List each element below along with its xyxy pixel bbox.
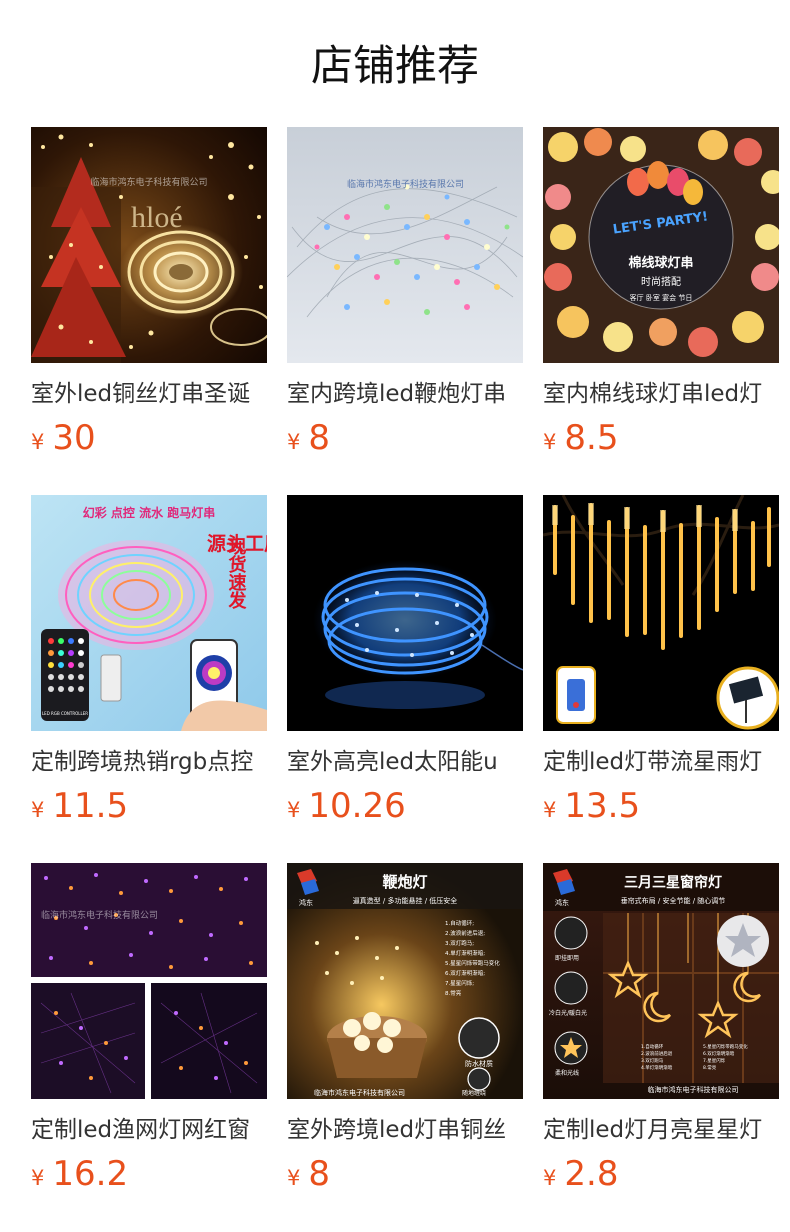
mode-1: 1.自动循环 [641, 1043, 664, 1050]
mode-4: 4.单灯渐明渐暗 [641, 1064, 673, 1071]
mode-6: 6.双灯渐明渐暗 [703, 1050, 735, 1057]
product-card[interactable]: hloé 临海市鸿东电子科技有限公司 室外led铜丝灯串圣诞 ¥ 30 [31, 127, 267, 495]
product-image-rgb-app-controlled-lights[interactable]: 幻彩 点控 流水 跑马灯串 源头工厂 现货速发 [31, 495, 267, 731]
poster-footer: 临海市鸿东电子科技有限公司 [648, 1085, 739, 1094]
poster-subheading: 垂帘式布局 / 安全节能 / 随心调节 [621, 896, 726, 905]
mode-3: 3.双灯跑马; [445, 939, 474, 947]
product-image-star-moon-curtain-lights[interactable]: 鸿东 三月三星窗帘灯 垂帘式布局 / 安全节能 / 随心调节 即挂即用 冷白光/… [543, 863, 779, 1099]
price-value: 2.8 [564, 1154, 619, 1194]
badge-wrap: 随地缠绕 [462, 1089, 486, 1097]
product-name[interactable]: 定制led灯月亮星星灯 [543, 1114, 779, 1146]
side-label-2: 冷白光/暖白光 [549, 1009, 587, 1017]
product-card[interactable]: LET'S PARTY! 棉线球灯串 时尚搭配 客厅 卧室 宴会 节日 室内棉线… [543, 127, 779, 495]
poster-footer: 临海市鸿东电子科技有限公司 [314, 1088, 405, 1097]
mode-2: 2.波浪前进后退; [445, 929, 485, 937]
watermark-text: 临海市鸿东电子科技有限公司 [347, 178, 464, 190]
product-grid: hloé 临海市鸿东电子科技有限公司 室外led铜丝灯串圣诞 ¥ 30 临海市鸿… [31, 127, 779, 1231]
mode-7: 7.星星闪烁 [703, 1057, 726, 1064]
product-card[interactable]: 临海市鸿东电子科技有限公司 室内跨境led鞭炮灯串 ¥8 [287, 127, 523, 495]
product-price: ¥8.5 [543, 416, 779, 466]
price-value: 30 [52, 418, 96, 458]
poster-heading: 三月三星窗帘灯 [624, 874, 722, 891]
mode-5: 5.星星闪烁带跑马变化 [703, 1043, 748, 1050]
product-price: ¥11.5 [31, 784, 267, 834]
currency-symbol: ¥ [287, 430, 301, 454]
page-title: 店铺推荐 [310, 41, 479, 90]
product-name[interactable]: 定制跨境热销rgb点控 [31, 746, 267, 778]
brand-text: 鸿东 [555, 898, 569, 907]
watermark-text: 临海市鸿东电子科技有限公司 [41, 909, 158, 921]
price-value: 10.26 [308, 786, 406, 826]
product-name[interactable]: 定制led渔网灯网红窗 [31, 1114, 267, 1146]
product-price: ¥10.26 [287, 784, 523, 834]
price-value: 16.2 [52, 1154, 129, 1194]
product-price: ¥8 [287, 1152, 523, 1202]
price-value: 8.5 [564, 418, 619, 458]
product-card[interactable]: 定制led灯带流星雨灯 ¥13.5 [543, 495, 779, 863]
badge-subtitle: 时尚搭配 [641, 275, 681, 288]
product-name[interactable]: 室内棉线球灯串led灯 [543, 378, 779, 410]
mode-7: 7.星星闪烁; [445, 979, 474, 987]
product-image-firecracker-lamp-poster[interactable]: 鸿东 鞭炮灯 逼真造型 / 多功能悬挂 / 低压安全 1.自动循环; 2.波浪前… [287, 863, 523, 1099]
product-card[interactable]: 鸿东 鞭炮灯 逼真造型 / 多功能悬挂 / 低压安全 1.自动循环; 2.波浪前… [287, 863, 523, 1231]
product-price: ¥16.2 [31, 1152, 267, 1202]
product-name[interactable]: 室内跨境led鞭炮灯串 [287, 378, 523, 410]
currency-symbol: ¥ [31, 798, 45, 822]
watermark-text: 临海市鸿东电子科技有限公司 [90, 176, 207, 188]
mode-2: 2.波浪前进后退 [641, 1050, 673, 1057]
poster-heading: 鞭炮灯 [382, 873, 427, 891]
currency-symbol: ¥ [287, 798, 301, 822]
product-image-fishing-net-lights[interactable]: 临海市鸿东电子科技有限公司 [31, 863, 267, 1099]
product-name[interactable]: 定制led灯带流星雨灯 [543, 746, 779, 778]
product-image-cotton-ball-lights[interactable]: LET'S PARTY! 棉线球灯串 时尚搭配 客厅 卧室 宴会 节日 [543, 127, 779, 363]
currency-symbol: ¥ [543, 430, 557, 454]
product-name[interactable]: 室外高亮led太阳能u [287, 746, 523, 778]
mode-4: 4.单灯渐明渐暗; [445, 949, 485, 957]
badge-tags: 客厅 卧室 宴会 节日 [630, 293, 693, 302]
currency-symbol: ¥ [543, 1166, 557, 1190]
price-value: 8 [308, 1154, 331, 1194]
price-value: 11.5 [52, 786, 129, 826]
product-card[interactable]: 幻彩 点控 流水 跑马灯串 源头工厂 现货速发 [31, 495, 267, 863]
product-image-meteor-shower-lights[interactable] [543, 495, 779, 731]
currency-symbol: ¥ [287, 1166, 301, 1190]
price-value: 13.5 [564, 786, 641, 826]
controller-label: LED RGB CONTROLLER [42, 711, 88, 716]
mode-5: 5.星星闪烁带跑马变化 [445, 959, 500, 967]
product-name[interactable]: 室外跨境led灯串铜丝 [287, 1114, 523, 1146]
badge-title: 棉线球灯串 [628, 255, 693, 271]
banner-text: 幻彩 点控 流水 跑马灯串 [83, 505, 216, 520]
mode-6: 6.双灯渐明渐暗; [445, 969, 485, 977]
side-label-3: 柔和光线 [555, 1069, 579, 1077]
product-image-blue-solar-wire-lights[interactable] [287, 495, 523, 731]
product-price: ¥8 [287, 416, 523, 466]
product-name[interactable]: 室外led铜丝灯串圣诞 [31, 378, 267, 410]
currency-symbol: ¥ [31, 1166, 45, 1190]
product-price: ¥13.5 [543, 784, 779, 834]
mode-8: 8.常亮 [445, 989, 462, 997]
poster-subheading: 逼真造型 / 多功能悬挂 / 低压安全 [353, 896, 458, 905]
side-text-right: 现货速发 [226, 537, 248, 610]
product-card[interactable]: 室外高亮led太阳能u ¥10.26 [287, 495, 523, 863]
mode-1: 1.自动循环; [445, 919, 474, 927]
side-label-1: 即挂即用 [555, 954, 579, 962]
price-value: 8 [308, 418, 331, 458]
currency-symbol: ¥ [31, 430, 45, 454]
product-image-copper-wire-fairy-lights[interactable]: hloé 临海市鸿东电子科技有限公司 [31, 127, 267, 363]
product-card[interactable]: 临海市鸿东电子科技有限公司 定制led渔网灯网红窗 ¥16.2 [31, 863, 267, 1231]
product-price: ¥30 [31, 416, 267, 466]
brand-text: 鸿东 [299, 898, 313, 907]
product-image-firecracker-lights[interactable]: 临海市鸿东电子科技有限公司 [287, 127, 523, 363]
product-price: ¥2.8 [543, 1152, 779, 1202]
mode-3: 3.双灯跑马 [641, 1057, 664, 1064]
currency-symbol: ¥ [543, 798, 557, 822]
product-card[interactable]: 鸿东 三月三星窗帘灯 垂帘式布局 / 安全节能 / 随心调节 即挂即用 冷白光/… [543, 863, 779, 1231]
mode-8: 8.常亮 [703, 1064, 717, 1071]
badge-waterproof: 防水材质 [465, 1059, 493, 1068]
